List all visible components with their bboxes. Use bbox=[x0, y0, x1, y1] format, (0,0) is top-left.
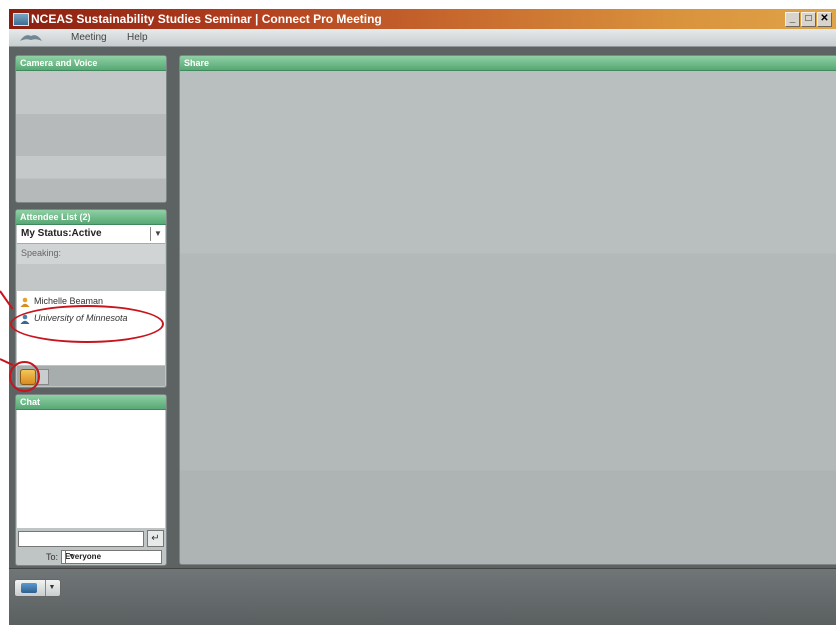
camera-area bbox=[16, 71, 166, 202]
menu-bar: Meeting Help bbox=[9, 29, 836, 47]
speaking-label: Speaking: bbox=[21, 248, 62, 258]
chevron-down-icon[interactable]: ▼ bbox=[65, 551, 77, 563]
chat-input[interactable] bbox=[18, 531, 144, 547]
highlight-ellipse bbox=[10, 305, 164, 343]
app-icon bbox=[13, 13, 29, 26]
adobe-connect-logo-icon[interactable] bbox=[19, 32, 43, 43]
camera-voice-pod-title: Camera and Voice bbox=[16, 56, 166, 71]
menu-help[interactable]: Help bbox=[127, 29, 148, 46]
speaking-area: Speaking: bbox=[17, 244, 165, 290]
attendee-pod-title: Attendee List (2) bbox=[16, 210, 166, 225]
bottom-toolbar: ▼ bbox=[9, 568, 836, 625]
my-status-label: My Status:Active bbox=[21, 228, 102, 239]
share-pod-title: Share bbox=[180, 56, 836, 71]
to-label: To: bbox=[46, 552, 59, 562]
chat-pod-title: Chat bbox=[16, 395, 166, 410]
my-status-dropdown[interactable]: My Status:Active ▼ bbox=[17, 225, 165, 244]
host-user-icon bbox=[20, 297, 30, 307]
attendee-list-pod: Attendee List (2) My Status:Active ▼ Spe… bbox=[15, 209, 167, 388]
chat-messages bbox=[17, 410, 165, 528]
close-button[interactable]: ✕ bbox=[817, 12, 832, 27]
minimize-button[interactable]: _ bbox=[785, 12, 800, 27]
window-title: NCEAS Sustainability Studies Seminar | C… bbox=[31, 12, 382, 26]
chevron-down-icon[interactable]: ▼ bbox=[45, 580, 58, 596]
chat-pod: Chat ↵ To: Everyone ▼ bbox=[15, 394, 167, 566]
highlight-circle bbox=[9, 361, 40, 392]
chevron-down-icon[interactable]: ▼ bbox=[150, 227, 165, 241]
maximize-button[interactable]: □ bbox=[801, 12, 816, 27]
window-controls: _ □ ✕ bbox=[785, 12, 832, 27]
share-pod: Share bbox=[179, 55, 836, 565]
camera-voice-pod: Camera and Voice bbox=[15, 55, 167, 203]
share-my-screen-button[interactable]: ▼ bbox=[14, 579, 61, 597]
screen-share-icon bbox=[21, 583, 37, 593]
share-area bbox=[180, 71, 836, 564]
enter-icon[interactable]: ↵ bbox=[147, 530, 164, 547]
title-bar: NCEAS Sustainability Studies Seminar | C… bbox=[9, 9, 836, 29]
menu-meeting[interactable]: Meeting bbox=[71, 29, 107, 46]
recipient-select[interactable]: Everyone ▼ bbox=[61, 550, 162, 564]
